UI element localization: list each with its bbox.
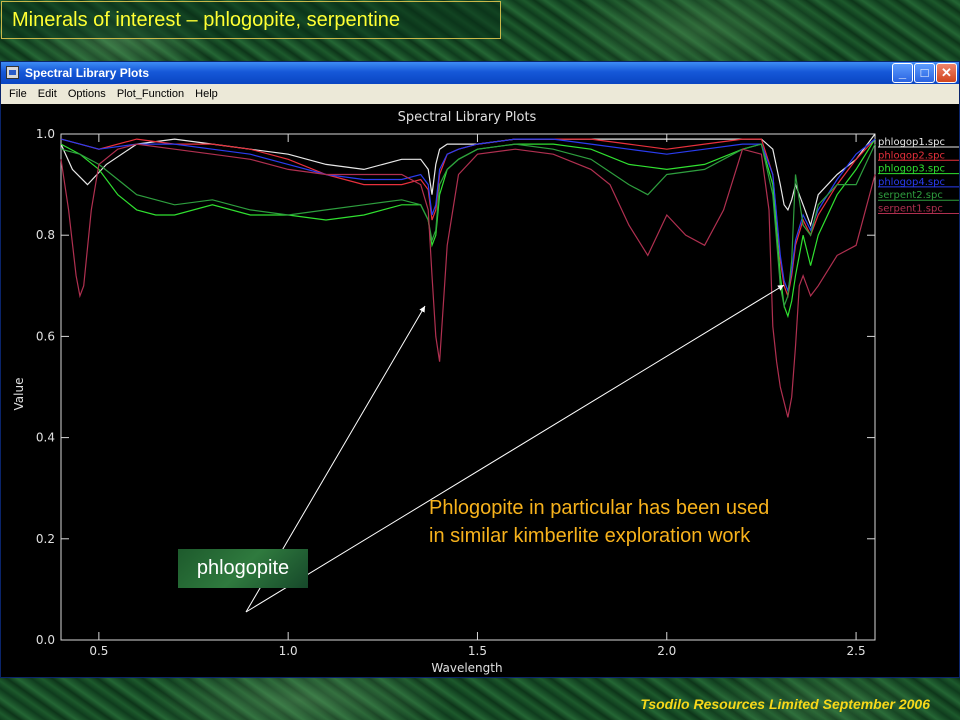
menu-bar: File Edit Options Plot_Function Help <box>1 84 959 104</box>
spectral-chart: Spectral Library Plots Wavelength Value … <box>12 110 959 675</box>
legend-label: phlogop3.spc <box>878 164 945 175</box>
x-tick-label: 1.0 <box>279 644 298 658</box>
chart-title: Spectral Library Plots <box>398 110 537 125</box>
legend-label: phlogop4.spc <box>878 177 945 188</box>
note-line-1: Phlogopite in particular has been used <box>429 497 770 519</box>
menu-file[interactable]: File <box>5 84 31 104</box>
note-line-2: in similar kimberlite exploration work <box>429 525 751 547</box>
x-tick-label: 2.5 <box>847 644 866 658</box>
app-window-icon[interactable] <box>6 66 19 79</box>
plot-window: Spectral Library Plots _ □ ✕ File Edit O… <box>0 61 960 678</box>
legend-label: serpent2.spc <box>878 190 943 201</box>
arrow-to-2-3um <box>245 284 785 613</box>
close-button[interactable]: ✕ <box>936 63 957 83</box>
slide-footer: Tsodilo Resources Limited September 2006 <box>640 696 930 712</box>
series-line-phlogop2 <box>60 138 876 299</box>
phlogopite-callout: phlogopite <box>178 549 308 588</box>
callout-arrows <box>245 284 785 613</box>
y-tick-label: 0.8 <box>36 228 55 242</box>
legend-label: serpent1.spc <box>878 204 943 215</box>
window-title: Spectral Library Plots <box>25 66 150 80</box>
series-line-phlogop3 <box>60 138 876 319</box>
annotation-note: Phlogopite in particular has been used i… <box>429 494 769 550</box>
x-tick-label: 2.0 <box>657 644 676 658</box>
y-tick-label: 0.2 <box>36 532 55 546</box>
series-line-serpent1 <box>60 143 876 418</box>
y-tick-label: 0.0 <box>36 633 55 647</box>
menu-help[interactable]: Help <box>191 84 222 104</box>
minimize-button[interactable]: _ <box>892 63 913 83</box>
slide-title: Minerals of interest – phlogopite, serpe… <box>1 1 501 39</box>
series-line-phlogop4 <box>60 138 876 294</box>
legend-label: phlogop1.spc <box>878 137 945 148</box>
series-line-serpent2 <box>60 143 876 309</box>
y-tick-label: 0.6 <box>36 329 55 343</box>
x-tick-label: 0.5 <box>89 644 108 658</box>
y-tick-label: 0.4 <box>36 431 55 445</box>
window-titlebar[interactable]: Spectral Library Plots _ □ ✕ <box>1 62 959 84</box>
x-axis-label: Wavelength <box>431 661 502 675</box>
menu-plot-function[interactable]: Plot_Function <box>113 84 188 104</box>
maximize-button[interactable]: □ <box>914 63 935 83</box>
series-line-phlogop1 <box>60 133 876 228</box>
legend-label: phlogop2.spc <box>878 150 945 161</box>
y-tick-label: 1.0 <box>36 127 55 141</box>
y-axis-label: Value <box>12 378 26 411</box>
x-tick-label: 1.5 <box>468 644 487 658</box>
menu-options[interactable]: Options <box>64 84 110 104</box>
menu-edit[interactable]: Edit <box>34 84 61 104</box>
